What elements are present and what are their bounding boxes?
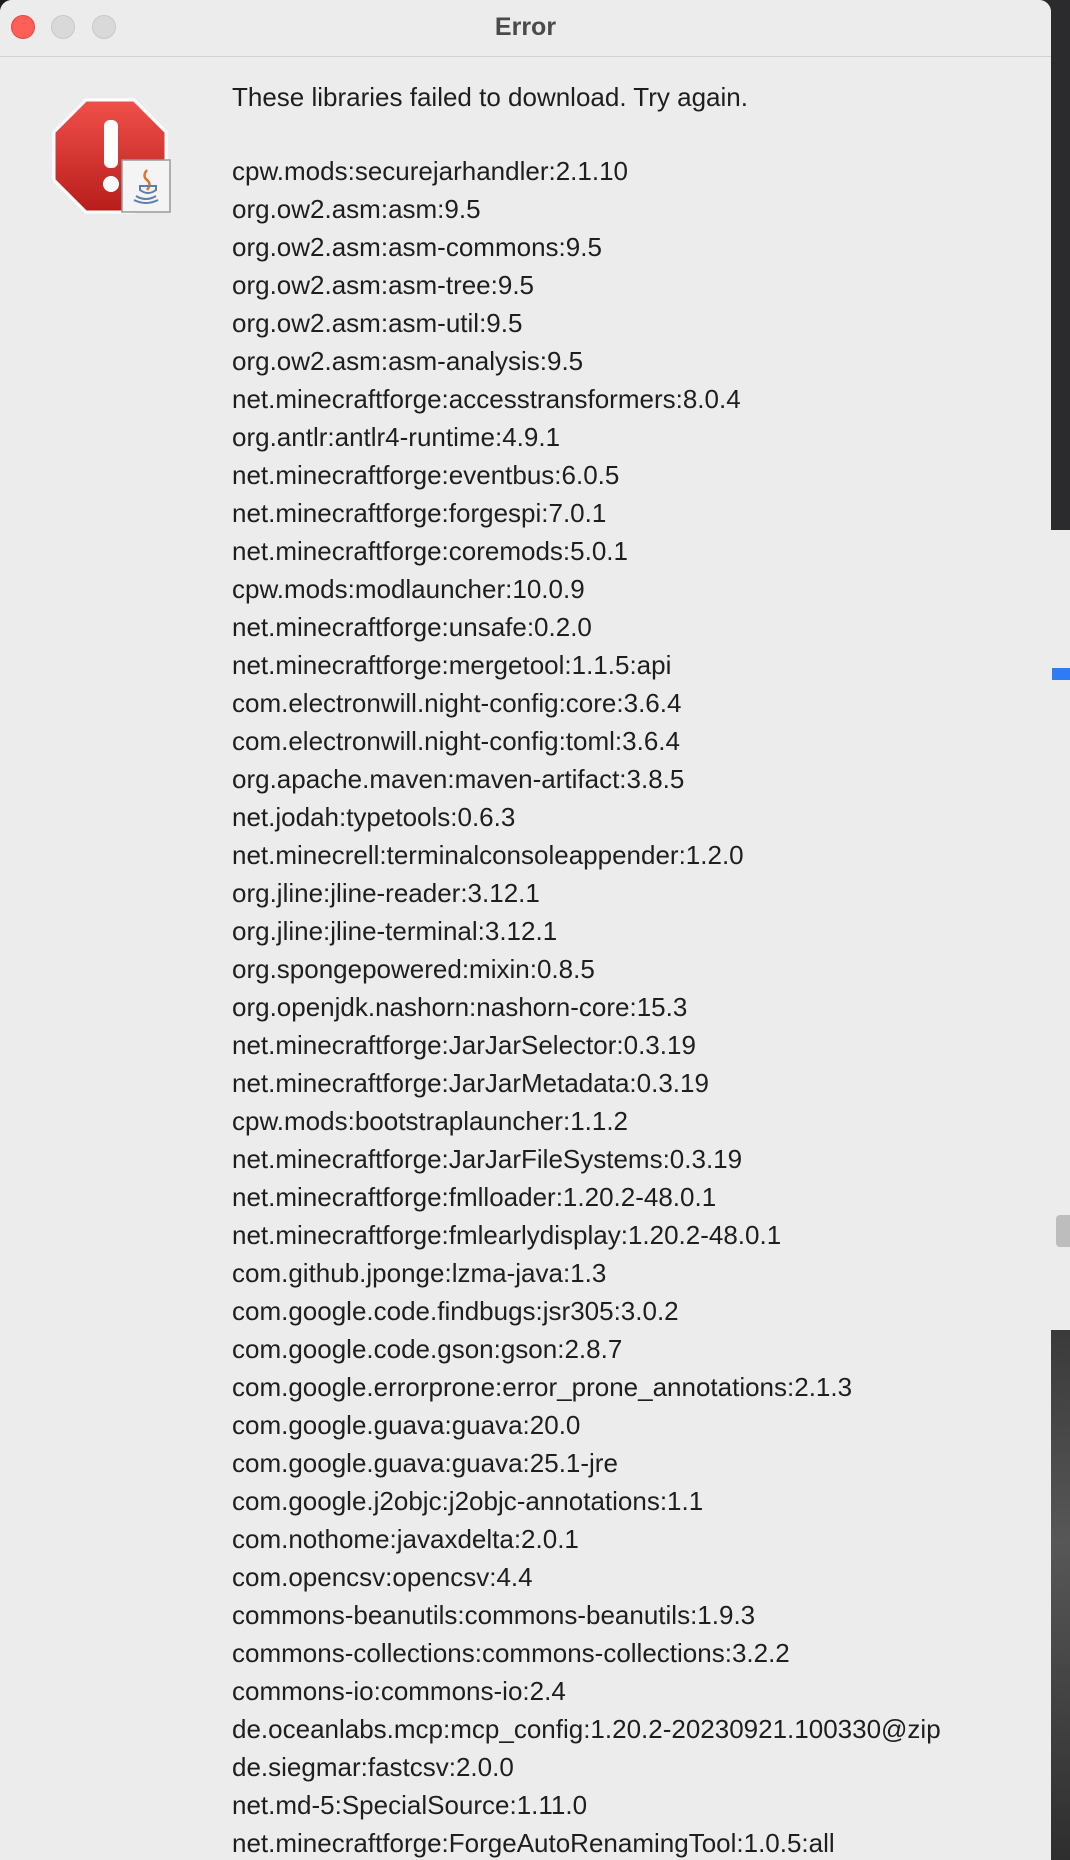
- library-item: com.google.j2objc:j2objc-annotations:1.1: [232, 1486, 704, 1516]
- library-item: net.minecraftforge:mergetool:1.1.5:api: [232, 650, 672, 680]
- error-dialog-window: Error These libraries failed to download…: [0, 0, 1051, 1860]
- library-item: com.opencsv:opencsv:4.4: [232, 1562, 533, 1592]
- library-item: org.openjdk.nashorn:nashorn-core:15.3: [232, 992, 688, 1022]
- library-item: net.minecraftforge:fmlloader:1.20.2-48.0…: [232, 1182, 717, 1212]
- library-item: net.minecraftforge:accesstransformers:8.…: [232, 384, 741, 414]
- library-item: com.nothome:javaxdelta:2.0.1: [232, 1524, 579, 1554]
- library-item: cpw.mods:modlauncher:10.0.9: [232, 574, 585, 604]
- library-item: com.electronwill.night-config:toml:3.6.4: [232, 726, 680, 756]
- title-bar[interactable]: Error: [0, 0, 1051, 57]
- library-item: cpw.mods:securejarhandler:2.1.10: [232, 156, 629, 186]
- library-item: com.google.errorprone:error_prone_annota…: [232, 1372, 853, 1402]
- library-item: net.minecraftforge:fmlearlydisplay:1.20.…: [232, 1220, 782, 1250]
- library-item: com.google.guava:guava:20.0: [232, 1410, 581, 1440]
- error-message: These libraries failed to download. Try …: [232, 82, 748, 112]
- library-item: net.minecraftforge:coremods:5.0.1: [232, 536, 628, 566]
- library-item: org.apache.maven:maven-artifact:3.8.5: [232, 764, 685, 794]
- error-icon: [52, 98, 174, 216]
- library-item: de.oceanlabs.mcp:mcp_config:1.20.2-20230…: [232, 1714, 941, 1744]
- library-item: org.jline:jline-reader:3.12.1: [232, 878, 540, 908]
- library-item: org.ow2.asm:asm-util:9.5: [232, 308, 523, 338]
- library-item: com.electronwill.night-config:core:3.6.4: [232, 688, 682, 718]
- java-badge-icon: [121, 159, 171, 213]
- library-item: net.minecraftforge:JarJarMetadata:0.3.19: [232, 1068, 709, 1098]
- library-item: commons-collections:commons-collections:…: [232, 1638, 790, 1668]
- library-item: org.antlr:antlr4-runtime:4.9.1: [232, 422, 561, 452]
- library-item: com.google.code.gson:gson:2.8.7: [232, 1334, 623, 1364]
- library-item: net.minecraftforge:JarJarFileSystems:0.3…: [232, 1144, 743, 1174]
- window-title: Error: [494, 13, 557, 41]
- library-item: commons-io:commons-io:2.4: [232, 1676, 566, 1706]
- library-item: net.minecrell:terminalconsoleappender:1.…: [232, 840, 744, 870]
- library-item: org.ow2.asm:asm-analysis:9.5: [232, 346, 584, 376]
- failed-library-list: cpw.mods:securejarhandler:2.1.10 org.ow2.…: [232, 152, 941, 1860]
- library-item: net.minecraftforge:eventbus:6.0.5: [232, 460, 620, 490]
- library-item: org.jline:jline-terminal:3.12.1: [232, 916, 558, 946]
- library-item: org.ow2.asm:asm-commons:9.5: [232, 232, 602, 262]
- library-item: commons-beanutils:commons-beanutils:1.9.…: [232, 1600, 756, 1630]
- library-item: com.google.guava:guava:25.1-jre: [232, 1448, 618, 1478]
- library-item: net.minecraftforge:forgespi:7.0.1: [232, 498, 607, 528]
- background-window-highlight: [1052, 668, 1070, 680]
- library-item: org.ow2.asm:asm-tree:9.5: [232, 270, 535, 300]
- library-item: org.spongepowered:mixin:0.8.5: [232, 954, 595, 984]
- library-item: de.siegmar:fastcsv:2.0.0: [232, 1752, 514, 1782]
- background-window-scroll-knob: [1056, 1215, 1070, 1247]
- library-item: net.jodah:typetools:0.6.3: [232, 802, 516, 832]
- library-item: com.google.code.findbugs:jsr305:3.0.2: [232, 1296, 679, 1326]
- library-item: net.md-5:SpecialSource:1.11.0: [232, 1790, 588, 1820]
- library-item: org.ow2.asm:asm:9.5: [232, 194, 481, 224]
- library-item: net.minecraftforge:ForgeAutoRenamingTool…: [232, 1828, 835, 1858]
- library-item: net.minecraftforge:unsafe:0.2.0: [232, 612, 592, 642]
- library-item: cpw.mods:bootstraplauncher:1.1.2: [232, 1106, 629, 1136]
- library-item: com.github.jponge:lzma-java:1.3: [232, 1258, 607, 1288]
- library-item: net.minecraftforge:JarJarSelector:0.3.19: [232, 1030, 696, 1060]
